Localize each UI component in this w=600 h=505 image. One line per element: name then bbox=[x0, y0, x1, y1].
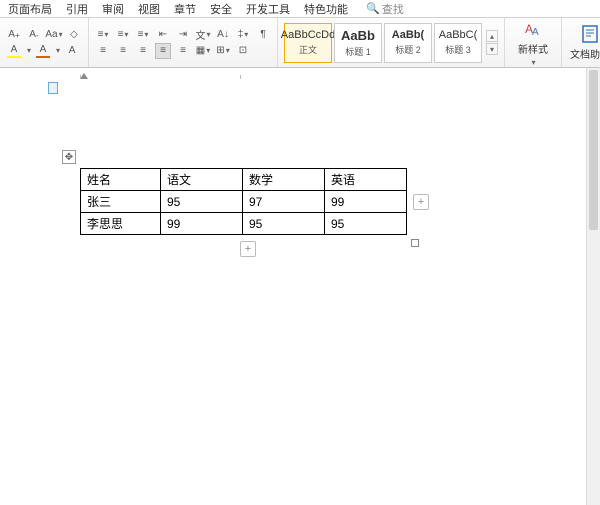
paragraph-settings-button[interactable]: ⊡ bbox=[235, 43, 251, 59]
highlight-button[interactable]: A bbox=[6, 43, 22, 59]
line-spacing-button[interactable]: ‡▾ bbox=[235, 27, 251, 43]
header-cell[interactable]: 英语 bbox=[325, 169, 407, 191]
doc-helper-icon bbox=[580, 24, 600, 44]
shading-button[interactable]: ▦▾ bbox=[195, 43, 211, 59]
style-heading2[interactable]: AaBb(标题 2 bbox=[384, 23, 432, 63]
tab-chapter[interactable]: 章节 bbox=[174, 1, 196, 17]
tab-security[interactable]: 安全 bbox=[210, 1, 232, 17]
svg-text:A: A bbox=[532, 27, 539, 38]
align-distribute-button[interactable]: ≡ bbox=[175, 43, 191, 59]
ribbon-body: A+ A- Aa▾ ◇ A ▾ A ▾ A ≡▾ ≡▾ ≡▾ ⇤ ⇥ 文▾ A↓… bbox=[0, 18, 600, 68]
tab-view[interactable]: 视图 bbox=[138, 1, 160, 17]
tab-layout[interactable]: 页面布局 bbox=[8, 1, 52, 17]
phonetic-button[interactable]: A bbox=[64, 43, 80, 59]
shrink-font-button[interactable]: A- bbox=[26, 27, 42, 43]
decrease-indent-button[interactable]: ⇤ bbox=[155, 27, 171, 43]
table-cell[interactable]: 99 bbox=[161, 213, 243, 235]
new-style-button[interactable]: AA 新样式▾ bbox=[511, 19, 555, 67]
bullets-button[interactable]: ≡▾ bbox=[95, 27, 111, 43]
font-color-dropdown-icon[interactable]: ▾ bbox=[56, 46, 60, 55]
header-cell[interactable]: 姓名 bbox=[81, 169, 161, 191]
page-break-icon bbox=[48, 82, 58, 94]
increase-indent-button[interactable]: ⇥ bbox=[175, 27, 191, 43]
style-normal[interactable]: AaBbCcDd正文 bbox=[284, 23, 332, 63]
align-center-button[interactable]: ≡ bbox=[115, 43, 131, 59]
grow-font-button[interactable]: A+ bbox=[6, 27, 22, 43]
clear-format-button[interactable]: ◇ bbox=[66, 27, 82, 43]
data-table[interactable]: 姓名 语文 数学 英语 张三 95 97 99 李思思 99 95 95 bbox=[80, 168, 407, 235]
table-resize-handle[interactable] bbox=[411, 239, 419, 247]
text-direction-button[interactable]: 文▾ bbox=[195, 27, 211, 43]
font-group: A+ A- Aa▾ ◇ A ▾ A ▾ A bbox=[0, 18, 89, 67]
multilevel-button[interactable]: ≡▾ bbox=[135, 27, 151, 43]
indent-marker-icon[interactable] bbox=[80, 73, 88, 79]
highlight-dropdown-icon[interactable]: ▾ bbox=[27, 46, 31, 55]
table-header-row[interactable]: 姓名 语文 数学 英语 bbox=[81, 169, 407, 191]
show-marks-button[interactable]: ¶ bbox=[255, 27, 271, 43]
new-style-group: AA 新样式▾ bbox=[505, 18, 562, 67]
table-cell[interactable]: 李思思 bbox=[81, 213, 161, 235]
vertical-scrollbar[interactable] bbox=[586, 68, 600, 505]
borders-button[interactable]: ⊞▾ bbox=[215, 43, 231, 59]
table[interactable]: ✥ 姓名 语文 数学 英语 张三 95 97 99 李思思 99 95 95 +… bbox=[80, 168, 407, 235]
header-cell[interactable]: 数学 bbox=[243, 169, 325, 191]
table-add-row-button[interactable]: + bbox=[240, 241, 256, 257]
chevron-up-icon[interactable]: ▴ bbox=[486, 30, 498, 42]
table-row[interactable]: 张三 95 97 99 bbox=[81, 191, 407, 213]
tab-special[interactable]: 特色功能 bbox=[304, 1, 348, 17]
align-justify-button[interactable]: ≡ bbox=[155, 43, 171, 59]
table-row[interactable]: 李思思 99 95 95 bbox=[81, 213, 407, 235]
header-cell[interactable]: 语文 bbox=[161, 169, 243, 191]
align-left-button[interactable]: ≡ bbox=[95, 43, 111, 59]
align-right-button[interactable]: ≡ bbox=[135, 43, 151, 59]
style-gallery-scroll[interactable]: ▴ ▾ bbox=[486, 30, 498, 55]
table-move-handle[interactable]: ✥ bbox=[62, 150, 76, 164]
style-heading1[interactable]: AaBb标题 1 bbox=[334, 23, 382, 63]
font-color-button[interactable]: A bbox=[35, 43, 51, 59]
ruler bbox=[0, 75, 600, 79]
tab-review[interactable]: 审阅 bbox=[102, 1, 124, 17]
sort-button[interactable]: A↓ bbox=[215, 27, 231, 43]
search-icon: 🔍 bbox=[366, 2, 380, 15]
table-add-column-button[interactable]: + bbox=[413, 194, 429, 210]
search-box[interactable]: 🔍 查找 bbox=[366, 1, 404, 17]
doc-helper-button[interactable]: 文档助手 bbox=[568, 24, 600, 61]
new-style-icon: AA bbox=[523, 19, 543, 39]
table-cell[interactable]: 95 bbox=[161, 191, 243, 213]
table-cell[interactable]: 95 bbox=[243, 213, 325, 235]
scrollbar-thumb[interactable] bbox=[589, 70, 598, 230]
ribbon-tabs: 页面布局 引用 审阅 视图 章节 安全 开发工具 特色功能 🔍 查找 bbox=[0, 0, 600, 18]
style-heading3[interactable]: AaBbC(标题 3 bbox=[434, 23, 482, 63]
table-cell[interactable]: 张三 bbox=[81, 191, 161, 213]
paragraph-group: ≡▾ ≡▾ ≡▾ ⇤ ⇥ 文▾ A↓ ‡▾ ¶ ≡ ≡ ≡ ≡ ≡ ▦▾ ⊞▾ … bbox=[89, 18, 278, 67]
styles-group: AaBbCcDd正文 AaBb标题 1 AaBb(标题 2 AaBbC(标题 3… bbox=[278, 18, 505, 67]
change-case-button[interactable]: Aa▾ bbox=[46, 27, 62, 43]
search-label: 查找 bbox=[382, 1, 404, 17]
table-cell[interactable]: 99 bbox=[325, 191, 407, 213]
numbering-button[interactable]: ≡▾ bbox=[115, 27, 131, 43]
table-cell[interactable]: 97 bbox=[243, 191, 325, 213]
chevron-down-icon[interactable]: ▾ bbox=[486, 43, 498, 55]
tab-references[interactable]: 引用 bbox=[66, 1, 88, 17]
document-area[interactable]: ✥ 姓名 语文 数学 英语 张三 95 97 99 李思思 99 95 95 +… bbox=[0, 68, 600, 505]
tab-developer[interactable]: 开发工具 bbox=[246, 1, 290, 17]
table-cell[interactable]: 95 bbox=[325, 213, 407, 235]
doc-helper-group: 文档助手 bbox=[562, 18, 600, 67]
